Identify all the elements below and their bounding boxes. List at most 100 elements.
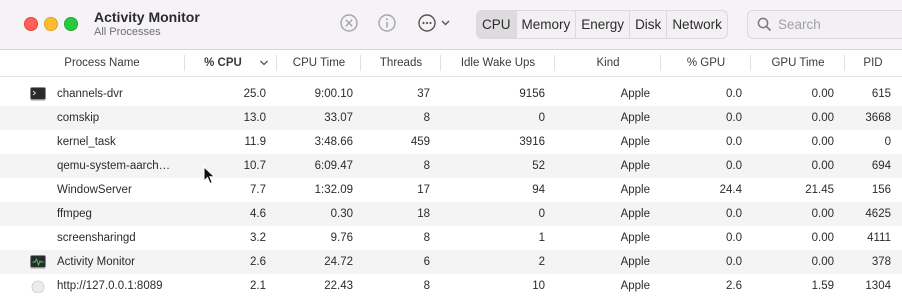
gpu-value: 0.0 <box>726 208 742 220</box>
mouse-pointer-icon <box>203 166 216 185</box>
process-name: channels-dvr <box>57 88 123 100</box>
idle-wake-ups-value: 0 <box>538 208 545 220</box>
tab-network[interactable]: Network <box>667 11 727 38</box>
idle-wake-ups-value: 10 <box>532 280 545 292</box>
table-row[interactable]: qemu-system-aarch… 10.7 6:09.47 8 52 App… <box>0 154 902 178</box>
kind-value: Apple <box>620 232 650 244</box>
tab-energy[interactable]: Energy <box>576 11 631 38</box>
cpu-value: 2.6 <box>250 256 266 268</box>
process-name: kernel_task <box>57 136 116 148</box>
tab-cpu[interactable]: CPU <box>477 11 517 38</box>
column-cpu-time[interactable]: CPU Time <box>278 50 360 76</box>
toolbar: Activity Monitor All Processes CPU Memor… <box>0 0 902 50</box>
idle-wake-ups-value: 1 <box>538 232 545 244</box>
idle-wake-ups-value: 0 <box>538 112 545 124</box>
process-name: comskip <box>57 112 100 124</box>
gpu-time-value: 21.45 <box>805 184 834 196</box>
cpu-value: 25.0 <box>243 88 266 100</box>
table-row[interactable]: Activity Monitor 2.6 24.72 6 2 Apple 0.0… <box>0 250 902 274</box>
cpu-time-value: 24.72 <box>324 256 353 268</box>
column-idle-wake-ups[interactable]: Idle Wake Ups <box>442 50 554 76</box>
process-name: ffmpeg <box>57 208 92 220</box>
process-name: WindowServer <box>57 184 132 196</box>
threads-value: 17 <box>417 184 430 196</box>
cpu-time-value: 22.43 <box>324 280 353 292</box>
gpu-time-value: 0.00 <box>811 112 834 124</box>
idle-wake-ups-value: 2 <box>538 256 545 268</box>
pid-value: 4625 <box>865 208 891 220</box>
threads-value: 459 <box>410 136 430 148</box>
cpu-time-value: 0.30 <box>330 208 353 220</box>
kind-value: Apple <box>620 256 650 268</box>
table-row[interactable]: WindowServer 7.7 1:32.09 17 94 Apple 24.… <box>0 178 902 202</box>
stop-process-icon[interactable] <box>339 13 359 33</box>
column-kind[interactable]: Kind <box>556 50 660 76</box>
table-row[interactable]: channels-dvr 25.0 9:00.10 37 9156 Apple … <box>0 82 902 106</box>
kind-value: Apple <box>620 136 650 148</box>
kind-value: Apple <box>620 280 650 292</box>
tab-disk[interactable]: Disk <box>630 11 668 38</box>
search-input[interactable] <box>778 11 902 38</box>
cpu-time-value: 33.07 <box>324 112 353 124</box>
pid-value: 1304 <box>865 280 891 292</box>
close-window-button[interactable] <box>24 17 38 31</box>
gpu-time-value: 0.00 <box>811 256 834 268</box>
cpu-time-value: 9.76 <box>330 232 353 244</box>
kind-value: Apple <box>620 208 650 220</box>
gpu-time-value: 0.00 <box>811 232 834 244</box>
gpu-value: 0.0 <box>726 256 742 268</box>
idle-wake-ups-value: 9156 <box>519 88 545 100</box>
cpu-value: 3.2 <box>250 232 266 244</box>
process-name: Activity Monitor <box>57 256 135 268</box>
cpu-value: 13.0 <box>243 112 266 124</box>
cpu-value: 11.9 <box>244 136 266 148</box>
view-tabs: CPU Memory Energy Disk Network <box>476 10 728 39</box>
gpu-time-value: 0.00 <box>811 208 834 220</box>
gpu-time-value: 0.00 <box>811 160 834 172</box>
kind-value: Apple <box>620 88 650 100</box>
column-threads[interactable]: Threads <box>362 50 440 76</box>
gpu-value: 0.0 <box>726 88 742 100</box>
threads-value: 18 <box>417 208 430 220</box>
terminal-icon <box>30 87 46 101</box>
cpu-time-value: 6:09.47 <box>314 160 353 172</box>
kind-value: Apple <box>620 184 650 196</box>
more-actions-icon[interactable] <box>417 13 453 33</box>
info-icon[interactable] <box>377 13 397 33</box>
cpu-value: 4.6 <box>250 208 266 220</box>
table-row[interactable]: kernel_task 11.9 3:48.66 459 3916 Apple … <box>0 130 902 154</box>
activity-monitor-icon <box>30 255 46 269</box>
cpu-value: 2.1 <box>250 280 266 292</box>
column-gpu[interactable]: % GPU <box>662 50 750 76</box>
column-process-name[interactable]: Process Name <box>40 50 164 76</box>
gpu-value: 0.0 <box>726 112 742 124</box>
table-header: Process Name % CPU CPU Time Threads Idle… <box>0 50 902 77</box>
column-pid[interactable]: PID <box>846 50 900 76</box>
pid-value: 615 <box>871 88 891 100</box>
gpu-value: 0.0 <box>726 160 742 172</box>
threads-value: 8 <box>423 160 430 172</box>
pid-value: 694 <box>871 160 891 172</box>
idle-wake-ups-value: 52 <box>532 160 545 172</box>
tab-memory[interactable]: Memory <box>517 11 577 38</box>
kind-value: Apple <box>620 112 650 124</box>
table-row[interactable]: comskip 13.0 33.07 8 0 Apple 0.0 0.00 36… <box>0 106 902 130</box>
column-gpu-time[interactable]: GPU Time <box>752 50 844 76</box>
cpu-time-value: 1:32.09 <box>314 184 353 196</box>
zoom-window-button[interactable] <box>64 17 78 31</box>
idle-wake-ups-value: 94 <box>532 184 545 196</box>
minimize-window-button[interactable] <box>44 17 58 31</box>
threads-value: 6 <box>423 256 430 268</box>
table-row[interactable]: ffmpeg 4.6 0.30 18 0 Apple 0.0 0.00 4625 <box>0 202 902 226</box>
process-name: qemu-system-aarch… <box>57 160 171 172</box>
pid-value: 378 <box>871 256 891 268</box>
chevron-down-icon[interactable] <box>259 59 269 67</box>
gpu-time-value: 0.00 <box>811 136 834 148</box>
table-row[interactable]: screensharingd 3.2 9.76 8 1 Apple 0.0 0.… <box>0 226 902 250</box>
column-cpu[interactable]: % CPU <box>190 50 256 76</box>
search-icon <box>757 17 772 32</box>
table-row[interactable]: http://127.0.0.1:8089 2.1 22.43 8 10 App… <box>0 274 902 298</box>
gpu-value: 0.0 <box>726 232 742 244</box>
search-field[interactable] <box>747 10 902 39</box>
gpu-value: 0.0 <box>726 136 742 148</box>
